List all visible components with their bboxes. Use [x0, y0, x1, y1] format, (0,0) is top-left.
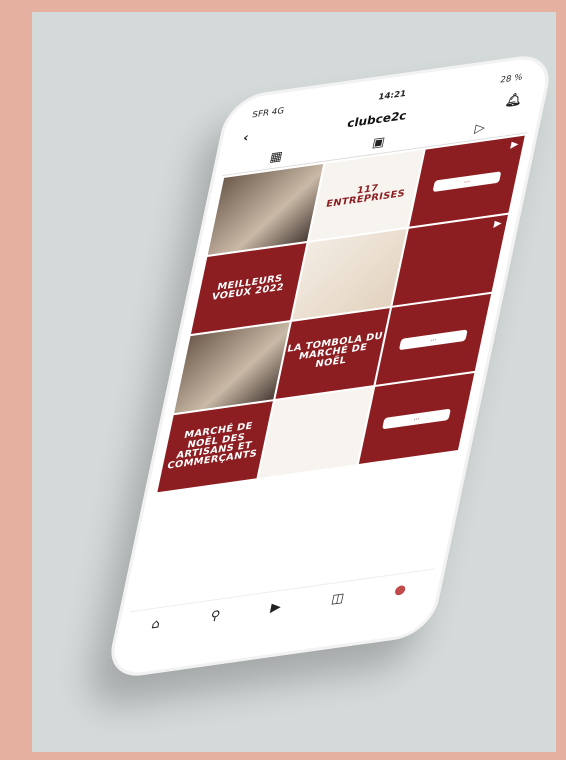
- post-tile[interactable]: ···: [376, 293, 492, 385]
- phone-screen: SFR 4G 14:21 28 % ‹ clubce2c 🔔︎ ▦ ▣ ▷ 11…: [123, 63, 543, 644]
- post-speech-bubble: ···: [399, 328, 468, 350]
- phone-mockup: SFR 4G 14:21 28 % ‹ clubce2c 🔔︎ ▦ ▣ ▷ 11…: [104, 51, 556, 681]
- post-caption: MEILLEURS VOEUX 2022: [210, 273, 285, 304]
- back-icon[interactable]: ‹: [242, 130, 250, 145]
- post-tile[interactable]: [291, 228, 408, 320]
- post-caption: LA TOMBOLA DU MARCHÉ DE NOËL: [286, 331, 384, 370]
- post-tile[interactable]: ▶: [392, 214, 508, 306]
- home-icon[interactable]: ⌂: [150, 616, 161, 632]
- tagged-icon[interactable]: ▷: [473, 120, 486, 136]
- notifications-icon[interactable]: 🔔︎: [504, 91, 524, 108]
- grid-icon[interactable]: ▦: [269, 148, 284, 164]
- reels-tab-icon[interactable]: ▣: [371, 134, 386, 150]
- username-title: clubce2c: [346, 108, 408, 130]
- post-tile[interactable]: ··· ▶: [409, 135, 525, 227]
- background-stage: SFR 4G 14:21 28 % ‹ clubce2c 🔔︎ ▦ ▣ ▷ 11…: [32, 12, 556, 752]
- search-icon[interactable]: ⚲: [209, 607, 222, 623]
- post-tile[interactable]: [207, 164, 323, 255]
- post-grid: 117 ENTREPRISES ··· ▶ MEILLEURS VOEUX 2022 ▶…: [154, 133, 528, 495]
- post-tile[interactable]: LA TOMBOLA DU MARCHÉ DE NOËL: [275, 308, 391, 399]
- bottom-nav: ⌂ ⚲ ▶ ◫ ●: [123, 568, 435, 644]
- shop-icon[interactable]: ◫: [330, 590, 345, 606]
- post-tile[interactable]: 117 ENTREPRISES: [308, 149, 424, 241]
- post-speech-bubble: ···: [382, 408, 451, 429]
- carrier-label: SFR 4G: [251, 105, 286, 120]
- post-speech-bubble: ···: [433, 170, 502, 192]
- post-caption: MARCHÉ DE NOËL DES ARTISANS ET COMMERÇAN…: [165, 421, 258, 473]
- post-tile[interactable]: ···: [359, 372, 475, 464]
- post-caption: 117 ENTREPRISES: [324, 182, 406, 211]
- profile-avatar-icon[interactable]: ●: [393, 581, 408, 597]
- reels-icon[interactable]: ▶: [269, 599, 282, 615]
- post-tile[interactable]: MARCHÉ DE NOËL DES ARTISANS ET COMMERÇAN…: [157, 401, 273, 493]
- reel-play-icon: ▶: [509, 139, 520, 151]
- post-tile[interactable]: [258, 387, 374, 479]
- post-tile[interactable]: [174, 322, 290, 414]
- reel-play-icon: ▶: [492, 218, 503, 231]
- time-label: 14:21: [377, 88, 408, 102]
- post-tile[interactable]: MEILLEURS VOEUX 2022: [190, 243, 307, 335]
- battery-label: 28 %: [499, 71, 524, 85]
